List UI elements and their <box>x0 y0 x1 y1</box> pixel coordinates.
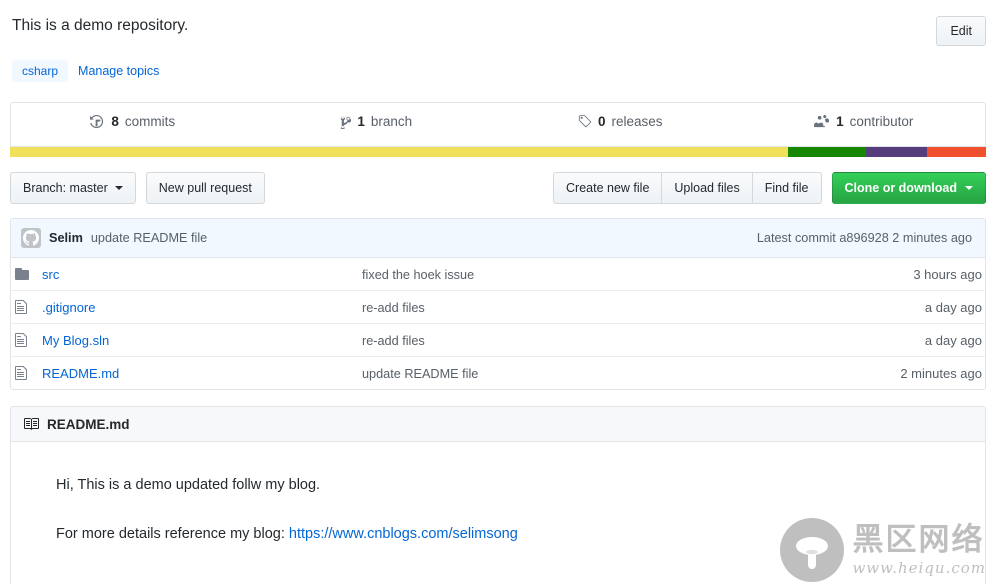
file-message-cell: fixed the hoek issue <box>359 258 845 291</box>
file-message-cell: update README file <box>359 357 845 390</box>
readme-card: README.md Hi, This is a demo updated fol… <box>10 406 986 584</box>
contributors-count: 1 <box>836 114 844 129</box>
readme-title: README.md <box>47 416 130 432</box>
language-segment-yellow <box>10 147 788 157</box>
file-name-cell: My Blog.sln <box>39 324 359 357</box>
file-link[interactable]: README.md <box>42 366 119 381</box>
toolbar-left-group: Branch: master New pull request <box>10 172 265 204</box>
branch-icon <box>340 114 352 129</box>
table-row[interactable]: My Blog.sln re-add files a day ago <box>11 323 985 357</box>
file-link[interactable]: .gitignore <box>42 300 95 315</box>
toolbar-right-group: Create new file Upload files Find file C… <box>553 172 986 204</box>
repository-page: This is a demo repository. Edit csharp M… <box>0 0 996 584</box>
file-commit-message-link[interactable]: fixed the hoek issue <box>362 268 474 282</box>
latest-commit-age: 2 minutes ago <box>892 231 972 245</box>
repository-stats-list: 8 commits 1 branch 0 releases 1 contribu… <box>11 103 985 146</box>
repository-description: This is a demo repository. <box>12 17 189 34</box>
latest-commit-bar: Selim update README file Latest commit a… <box>11 219 985 258</box>
branches-count: 1 <box>357 114 365 129</box>
file-commit-message-link[interactable]: update README file <box>362 367 478 381</box>
commits-label: commits <box>124 114 176 129</box>
file-icon <box>11 324 39 357</box>
stat-contributors: 1 contributor <box>742 103 986 146</box>
avatar <box>21 228 41 248</box>
readme-paragraph-2: For more details reference my blog: http… <box>56 523 940 546</box>
readme-paragraph-1: Hi, This is a demo updated follw my blog… <box>56 477 321 493</box>
readme-header: README.md <box>11 407 985 442</box>
tag-icon <box>577 114 592 129</box>
latest-commit-meta: Latest commit a896928 2 minutes ago <box>757 231 975 245</box>
file-actions-group: Create new file Upload files Find file <box>553 172 822 204</box>
stat-releases: 0 releases <box>498 103 742 146</box>
history-icon <box>90 114 105 129</box>
upload-files-button[interactable]: Upload files <box>662 172 753 204</box>
file-age-cell: a day ago <box>924 332 982 348</box>
commit-author-link[interactable]: Selim <box>49 231 83 245</box>
readme-body: Hi, This is a demo updated follw my blog… <box>11 442 985 584</box>
book-icon <box>23 416 39 432</box>
table-row[interactable]: README.md update README file 2 minutes a… <box>11 356 985 390</box>
file-list-card: Selim update README file Latest commit a… <box>10 218 986 390</box>
chevron-down-icon <box>114 186 123 190</box>
releases-link[interactable]: 0 releases <box>577 114 663 129</box>
file-link[interactable]: src <box>42 267 59 282</box>
contributors-label: contributor <box>849 114 914 129</box>
latest-commit-info: Selim update README file <box>21 228 207 248</box>
create-new-file-button[interactable]: Create new file <box>553 172 663 204</box>
latest-commit-prefix: Latest commit <box>756 231 836 245</box>
file-table: src fixed the hoek issue 3 hours ago .gi… <box>11 258 985 389</box>
file-icon <box>11 357 39 390</box>
releases-count: 0 <box>597 114 606 129</box>
file-age-cell: 3 hours ago <box>913 266 982 282</box>
table-row[interactable]: .gitignore re-add files a day ago <box>11 290 985 324</box>
folder-icon <box>11 258 39 291</box>
file-commit-message-link[interactable]: re-add files <box>362 334 425 348</box>
clone-or-download-button[interactable]: Clone or download <box>831 172 986 204</box>
stat-commits: 8 commits <box>11 103 255 146</box>
releases-label: releases <box>611 114 663 129</box>
file-icon <box>11 291 39 324</box>
file-name-cell: src <box>39 258 359 291</box>
new-pull-request-button[interactable]: New pull request <box>145 172 265 204</box>
commits-link[interactable]: 8 commits <box>90 114 175 129</box>
file-name-cell: .gitignore <box>39 291 359 324</box>
manage-topics-link[interactable]: Manage topics <box>78 64 159 78</box>
readme-paragraph-2-text: For more details reference my blog: <box>56 526 289 543</box>
contributors-link[interactable]: 1 contributor <box>813 114 913 129</box>
clone-or-download-label: Clone or download <box>844 181 958 195</box>
language-bar <box>10 147 986 157</box>
file-message-cell: re-add files <box>359 291 845 324</box>
commit-sha-link[interactable]: a896928 <box>839 231 888 245</box>
branches-label: branch <box>370 114 413 129</box>
file-name-cell: README.md <box>39 357 359 390</box>
file-commit-message-link[interactable]: re-add files <box>362 301 425 315</box>
repository-overview-card: 8 commits 1 branch 0 releases 1 contribu… <box>10 102 986 147</box>
topic-tag-csharp[interactable]: csharp <box>12 60 69 82</box>
people-icon <box>813 114 830 129</box>
branches-link[interactable]: 1 branch <box>340 114 412 129</box>
blog-link[interactable]: https://www.cnblogs.com/selimsong <box>289 526 518 542</box>
edit-button[interactable]: Edit <box>936 16 986 46</box>
topics-row: csharp Manage topics <box>10 60 986 82</box>
language-segment-purple <box>865 147 928 157</box>
branch-selector-label: Branch: master <box>23 181 108 195</box>
file-age-cell: a day ago <box>924 299 982 315</box>
chevron-down-icon <box>965 186 973 190</box>
stat-branches: 1 branch <box>255 103 499 146</box>
file-navigation-toolbar: Branch: master New pull request Create n… <box>10 172 986 204</box>
repository-description-row: This is a demo repository. Edit <box>10 0 986 46</box>
file-message-cell: re-add files <box>359 324 845 357</box>
file-link[interactable]: My Blog.sln <box>42 333 109 348</box>
commit-message-link[interactable]: update README file <box>91 231 207 245</box>
find-file-button[interactable]: Find file <box>752 172 822 204</box>
language-segment-green <box>787 147 866 157</box>
language-segment-orange <box>927 147 986 157</box>
branch-selector-button[interactable]: Branch: master <box>10 172 136 204</box>
file-age-cell: 2 minutes ago <box>900 365 982 381</box>
table-row[interactable]: src fixed the hoek issue 3 hours ago <box>11 258 985 291</box>
commits-count: 8 <box>111 114 119 129</box>
